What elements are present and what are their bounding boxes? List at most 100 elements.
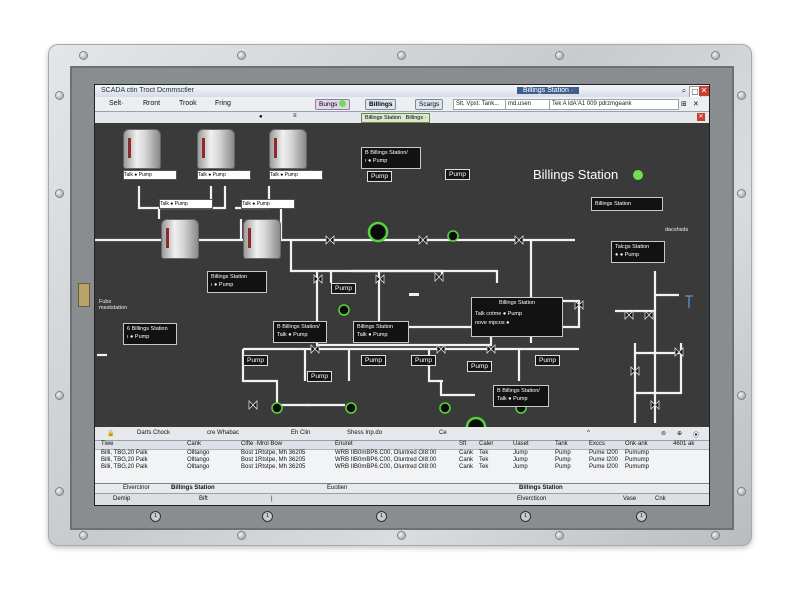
tank-5[interactable] <box>243 219 281 259</box>
station-panel[interactable]: Billings Station Talk ● Pump <box>353 321 409 343</box>
collapse-icon[interactable]: ^ <box>587 430 590 436</box>
screw <box>738 190 745 197</box>
footer-station: Billings Station <box>519 485 563 491</box>
record-icon[interactable]: ⦿ <box>693 430 699 439</box>
alarm-toolbar-item[interactable]: Darts Chock <box>137 430 170 436</box>
station-panel[interactable]: B Billings Station/ Talk ● Pump <box>493 385 549 407</box>
tank-2-label: Talk ● Pump <box>197 170 251 180</box>
valve-icon <box>436 344 446 354</box>
col-time[interactable]: Tiwe <box>101 441 113 447</box>
col-tank2[interactable]: Tank <box>555 441 568 447</box>
tank-filter-field[interactable]: Slt, Vpst: Tank... <box>453 99 507 110</box>
footer-item[interactable]: Demip <box>113 496 130 502</box>
alarm-toolbar-item[interactable]: Shess Inp.do <box>347 430 382 436</box>
table-row[interactable]: Billi, TBG,20 Palk Olltango Bost 1Rtstpe, … <box>95 457 709 464</box>
col-event[interactable]: Enuret <box>335 441 353 447</box>
lock-icon[interactable]: 🔒 <box>107 430 114 437</box>
station-panel[interactable]: B Billings Station/ Talk ● Pump <box>273 321 327 343</box>
breadcrumb-station: Billings Station <box>365 115 402 121</box>
table-cell: Cank <box>459 464 474 470</box>
menu-item-trook[interactable]: Trook <box>179 100 197 107</box>
station-panel[interactable]: Billings Station <box>591 197 663 211</box>
pump-tag[interactable]: Pump <box>535 355 560 366</box>
screw <box>56 392 63 399</box>
tank-2[interactable] <box>197 129 235 169</box>
table-cell: Tek <box>479 457 489 463</box>
valve-icon <box>325 235 335 245</box>
col-clifte[interactable]: Clfte ·Mrol Bow <box>241 441 282 447</box>
breadcrumb[interactable]: Billings Station Billings · <box>361 113 431 123</box>
panel-line: ı ● Pump <box>127 334 150 340</box>
alarm-toolbar-item[interactable]: Eh Clin <box>291 430 310 436</box>
menu-item-select[interactable]: Selt· <box>109 100 123 107</box>
close-panel-icon[interactable]: ✕ <box>693 100 699 108</box>
close-view-icon[interactable]: ✕ <box>697 113 705 121</box>
pump-tag[interactable]: Pump <box>243 355 268 366</box>
tag-field[interactable]: Tek A ldA'A1 009 pdrzmgeank <box>549 99 679 110</box>
col-exccs[interactable]: Exccs <box>589 441 605 447</box>
pump-tag[interactable]: Pump <box>445 169 470 180</box>
tank-4[interactable] <box>161 219 199 259</box>
pump-tag[interactable]: Pump <box>411 355 436 366</box>
table-row[interactable]: Billi, TBG,20 Palk Olltango Bost 1Rtstpe, … <box>95 450 709 457</box>
menu-item-front[interactable]: Rront <box>143 100 160 107</box>
user-field[interactable]: md.usen <box>505 99 551 110</box>
footer-item[interactable]: Bift <box>199 496 208 502</box>
alarm-toolbar-item[interactable]: Ce <box>439 430 447 436</box>
grid-icon[interactable]: ⊞ <box>681 100 687 108</box>
knob-icon[interactable]: 1 <box>520 511 531 522</box>
print-icon[interactable]: ⊜ <box>661 430 666 437</box>
panel-title: 6 Billings Station <box>127 326 168 332</box>
knob-icon[interactable]: 1 <box>636 511 647 522</box>
alarm-toolbar-item[interactable]: cre Whabac <box>207 430 239 436</box>
screw <box>398 52 405 59</box>
hmi-process-view: Talk ● Pump Talk ● Pump Talk ● Pump Talk… <box>95 123 709 427</box>
window-title: SCADA ctin Troct Dcmmsctler <box>101 87 194 94</box>
pump-tag[interactable]: Pump <box>467 361 492 372</box>
scargs-button[interactable]: Scargs <box>415 99 444 110</box>
col-sft[interactable]: Sft <box>459 441 466 447</box>
station-panel[interactable]: Talcgs Station ● ● Pump <box>611 241 665 263</box>
knob-icon[interactable]: 1 <box>262 511 273 522</box>
station-window-tab[interactable]: Billings Station · <box>517 87 580 94</box>
pump-tag[interactable]: Pump <box>361 355 386 366</box>
search-icon[interactable]: ⌕ <box>679 86 689 96</box>
tank-1[interactable] <box>123 129 161 169</box>
footer-item[interactable]: Cnk <box>655 496 666 502</box>
screw <box>56 488 63 495</box>
knob-icon[interactable]: 1 <box>150 511 161 522</box>
tank-3[interactable] <box>269 129 307 169</box>
col-uaset[interactable]: Uaset <box>513 441 529 447</box>
col-tank[interactable]: Cank <box>187 441 201 447</box>
footer-item[interactable]: Vase <box>623 496 636 502</box>
col-4601[interactable]: 4601 ak <box>673 441 694 447</box>
station-panel[interactable]: Billings Station Talk cotme ● Pump nove … <box>471 297 563 337</box>
screw <box>556 52 563 59</box>
col-caler[interactable]: Caler <box>479 441 493 447</box>
knob-icon[interactable]: 1 <box>376 511 387 522</box>
billings-button[interactable]: Billings <box>365 99 397 110</box>
settings-icon[interactable]: ⊕ <box>677 430 682 437</box>
nav-dot-icon[interactable]: ● <box>259 114 263 120</box>
close-icon[interactable]: ✕ <box>699 86 709 96</box>
bungs-button[interactable]: Bungs <box>315 99 351 110</box>
valve-icon <box>674 347 684 357</box>
panel-line: Talk ● Pump <box>497 396 528 402</box>
pump-tag[interactable]: Pump <box>307 371 332 382</box>
pump-icon <box>345 402 357 414</box>
station-panel[interactable]: B Billings Station/ ı ● Pump <box>361 147 421 169</box>
panel-line: ı ● Pump <box>365 158 388 164</box>
pump-tag[interactable]: Pump <box>367 171 392 182</box>
table-row[interactable]: Billi, TBG,20 Palk Olltango Bost 1Rtstpe, … <box>95 464 709 471</box>
panel-line: Talk ● Pump <box>357 332 388 338</box>
panel-title: B Billings Station/ <box>497 388 540 394</box>
col-onk[interactable]: Onk·ank <box>625 441 648 447</box>
nav-menu-icon[interactable]: ≡ <box>293 113 297 119</box>
station-panel[interactable]: Billings Station ı ● Pump <box>207 271 267 293</box>
table-cell: Billi, TBG,20 Palk <box>101 464 148 470</box>
bungs-label: Bungs <box>319 101 338 108</box>
footer-item[interactable]: Elvercticon <box>517 496 546 502</box>
pump-tag[interactable]: Pump <box>331 283 356 294</box>
station-panel[interactable]: 6 Billings Station ı ● Pump <box>123 323 177 345</box>
menu-item-fring[interactable]: Fring <box>215 100 231 107</box>
